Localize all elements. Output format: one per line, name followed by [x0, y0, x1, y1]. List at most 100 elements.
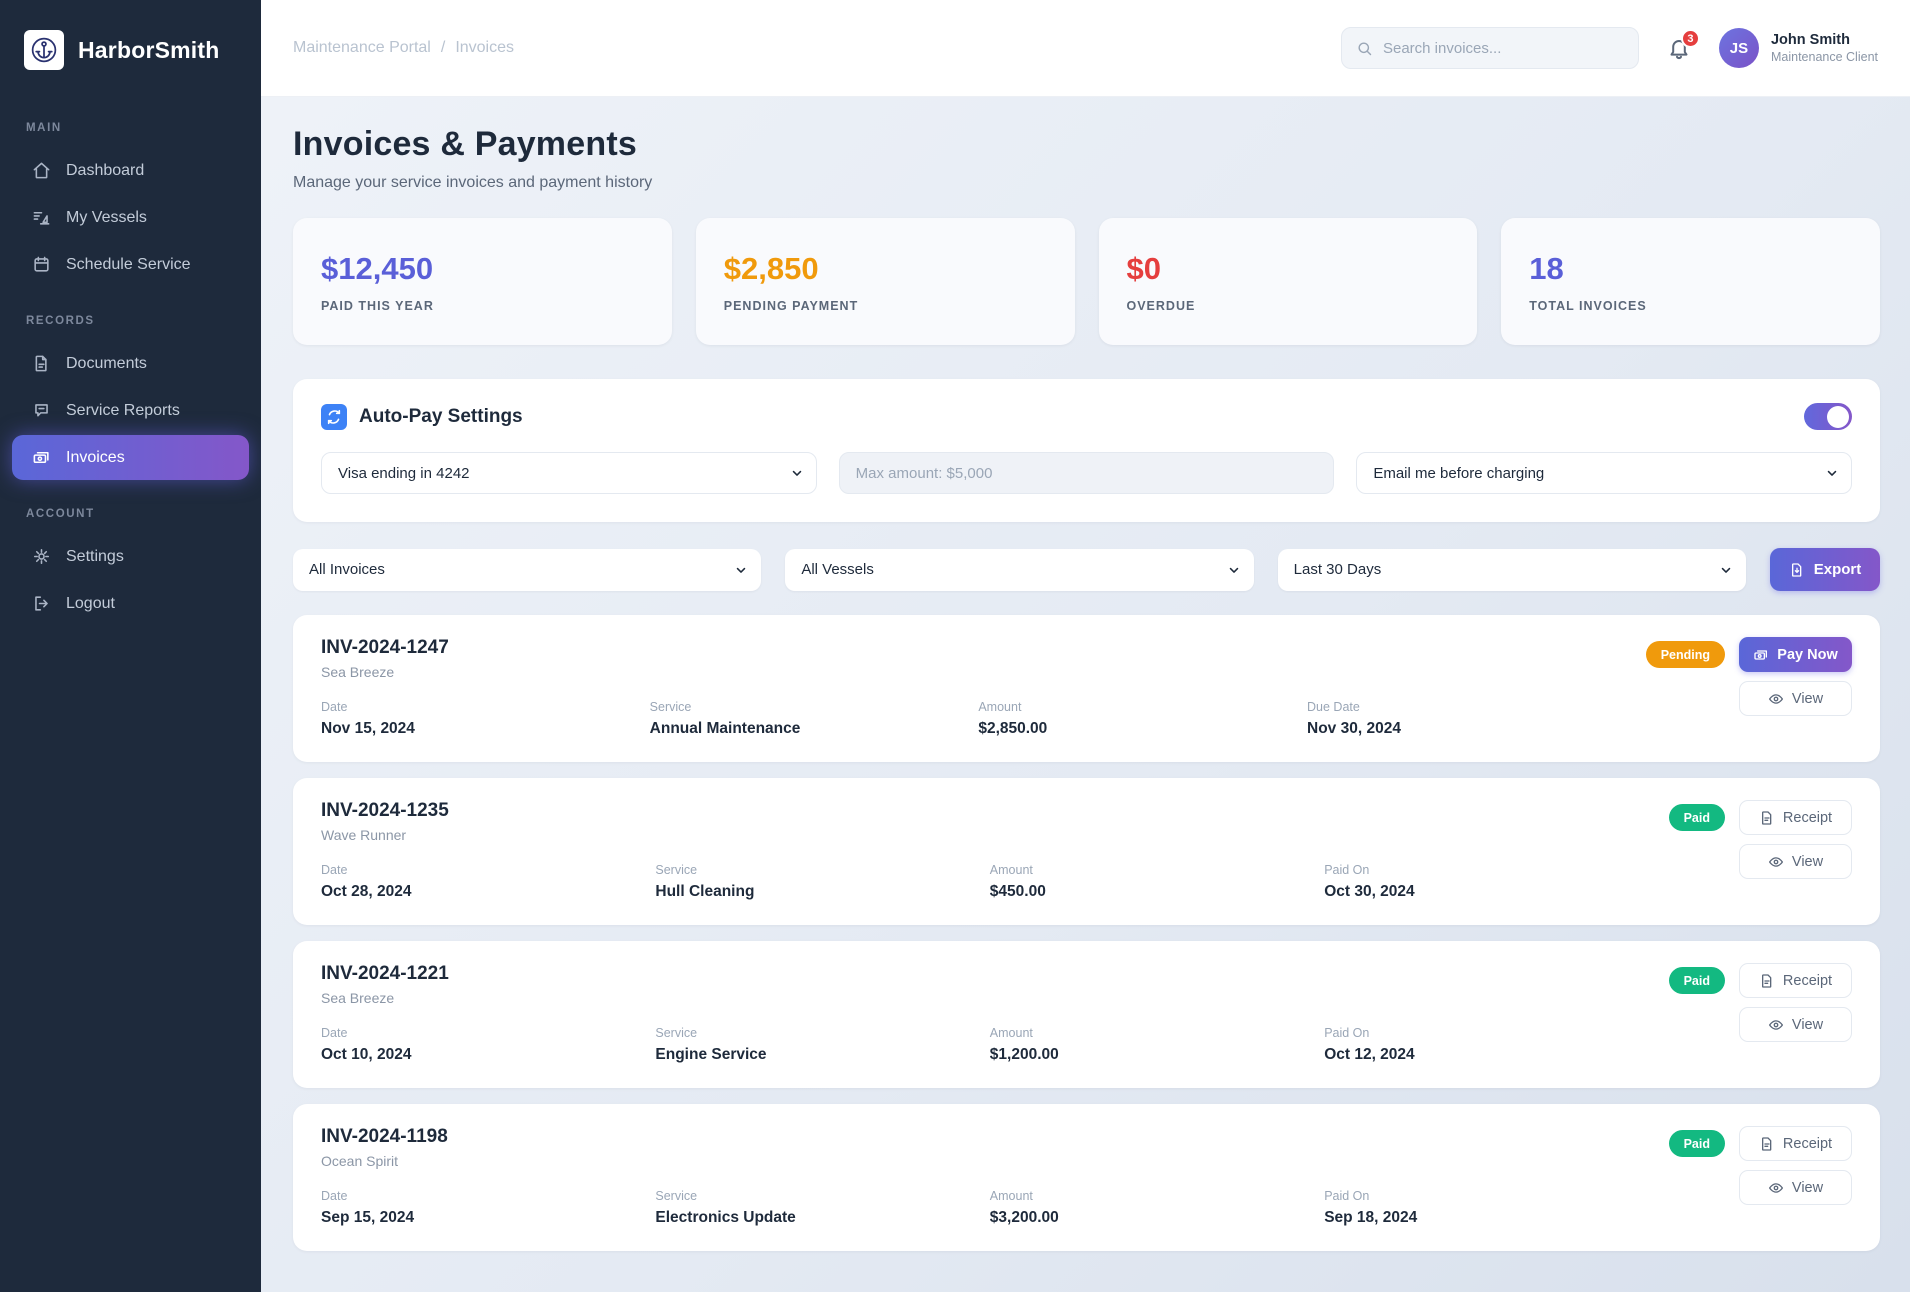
breadcrumb-current: Invoices [455, 39, 514, 57]
field-value: Engine Service [655, 1046, 969, 1064]
sidebar-item-label: Schedule Service [66, 256, 191, 274]
nav-section-account: ACCOUNT [0, 508, 261, 520]
invoice-id: INV-2024-1198 [321, 1126, 1639, 1148]
search-icon [1356, 40, 1373, 57]
home-icon [32, 161, 51, 180]
field-value: Sep 18, 2024 [1324, 1209, 1638, 1227]
sidebar-item-label: My Vessels [66, 209, 147, 227]
status-badge: Paid [1669, 804, 1725, 831]
notification-option-select[interactable]: Email me before charging [1356, 452, 1852, 494]
notifications-button[interactable]: 3 [1667, 36, 1691, 60]
field-label: Service [655, 1189, 969, 1203]
breadcrumb-parent[interactable]: Maintenance Portal [293, 39, 431, 57]
field-label: Paid On [1324, 1189, 1638, 1203]
status-badge: Paid [1669, 1130, 1725, 1157]
invoice-row: INV-2024-1235 Wave Runner DateOct 28, 20… [293, 778, 1880, 925]
sidebar-item-documents[interactable]: Documents [12, 341, 249, 386]
field-value: $1,200.00 [990, 1046, 1304, 1064]
field-value: $450.00 [990, 883, 1304, 901]
view-button[interactable]: View [1739, 844, 1852, 879]
user-role: Maintenance Client [1771, 50, 1878, 64]
eye-icon [1768, 1180, 1784, 1196]
max-amount-input[interactable] [839, 452, 1335, 494]
action-label: Receipt [1783, 1136, 1832, 1152]
user-menu[interactable]: JS John Smith Maintenance Client [1719, 28, 1878, 68]
stats-row: $12,450 PAID THIS YEAR $2,850 PENDING PA… [293, 218, 1880, 345]
field-value: Nov 30, 2024 [1307, 720, 1616, 738]
field-label: Service [650, 700, 959, 714]
invoice-vessel: Sea Breeze [321, 664, 1616, 680]
sidebar-item-label: Settings [66, 548, 124, 566]
invoice-row: INV-2024-1198 Ocean Spirit DateSep 15, 2… [293, 1104, 1880, 1251]
field-label: Date [321, 1189, 635, 1203]
stat-value: 18 [1529, 251, 1852, 287]
receipt-button[interactable]: Receipt [1739, 800, 1852, 835]
invoice-row: INV-2024-1221 Sea Breeze DateOct 10, 202… [293, 941, 1880, 1088]
field-value: $2,850.00 [978, 720, 1287, 738]
payment-method-select[interactable]: Visa ending in 4242 [321, 452, 817, 494]
brand: HarborSmith [0, 30, 261, 70]
action-label: View [1792, 1017, 1823, 1033]
main-content: Invoices & Payments Manage your service … [261, 97, 1910, 1292]
stat-label: TOTAL INVOICES [1529, 299, 1852, 313]
field-value: Oct 28, 2024 [321, 883, 635, 901]
search-box [1341, 27, 1639, 69]
action-label: Pay Now [1777, 647, 1837, 663]
vessel-icon [32, 208, 51, 227]
date-filter-select[interactable]: Last 30 Days [1278, 549, 1746, 591]
sidebar-item-dashboard[interactable]: Dashboard [12, 148, 249, 193]
sidebar-item-my-vessels[interactable]: My Vessels [12, 195, 249, 240]
invoice-filter-select[interactable]: All Invoices [293, 549, 761, 591]
field-value: Sep 15, 2024 [321, 1209, 635, 1227]
invoice-id: INV-2024-1235 [321, 800, 1639, 822]
stat-card-paid-this-year: $12,450 PAID THIS YEAR [293, 218, 672, 345]
view-button[interactable]: View [1739, 1007, 1852, 1042]
invoice-id: INV-2024-1247 [321, 637, 1616, 659]
field-label: Paid On [1324, 863, 1638, 877]
sidebar-item-label: Invoices [66, 449, 125, 467]
sidebar-item-settings[interactable]: Settings [12, 534, 249, 579]
breadcrumb-separator: / [441, 39, 445, 57]
sidebar-item-logout[interactable]: Logout [12, 581, 249, 626]
sidebar-item-schedule-service[interactable]: Schedule Service [12, 242, 249, 287]
receipt-icon [1759, 810, 1775, 826]
export-button[interactable]: Export [1770, 548, 1880, 591]
eye-icon [1768, 854, 1784, 870]
search-input[interactable] [1383, 40, 1624, 57]
pay-now-button[interactable]: Pay Now [1739, 637, 1852, 672]
receipt-button[interactable]: Receipt [1739, 1126, 1852, 1161]
breadcrumb: Maintenance Portal / Invoices [293, 39, 514, 57]
action-label: View [1792, 691, 1823, 707]
stat-value: $12,450 [321, 251, 644, 287]
gear-icon [32, 547, 51, 566]
autopay-toggle[interactable] [1804, 403, 1852, 430]
view-button[interactable]: View [1739, 1170, 1852, 1205]
banknote-icon [1753, 647, 1769, 663]
invoice-row: INV-2024-1247 Sea Breeze Date Nov 15, 202… [293, 615, 1880, 762]
stat-label: OVERDUE [1127, 299, 1450, 313]
harborsmith-logo-icon [24, 30, 64, 70]
avatar: JS [1719, 28, 1759, 68]
field-label: Due Date [1307, 700, 1616, 714]
vessel-filter-select[interactable]: All Vessels [785, 549, 1253, 591]
sidebar-item-label: Documents [66, 355, 147, 373]
stat-value: $2,850 [724, 251, 1047, 287]
sidebar-item-invoices[interactable]: Invoices [12, 435, 249, 480]
filters-row: All Invoices All Vessels Last 30 Days [293, 548, 1880, 591]
receipt-icon [1759, 1136, 1775, 1152]
field-value: Nov 15, 2024 [321, 720, 630, 738]
sidebar-item-service-reports[interactable]: Service Reports [12, 388, 249, 433]
stat-label: PENDING PAYMENT [724, 299, 1047, 313]
autopay-title: Auto-Pay Settings [359, 406, 523, 428]
field-label: Date [321, 700, 630, 714]
status-badge: Paid [1669, 967, 1725, 994]
invoice-vessel: Wave Runner [321, 827, 1639, 843]
field-label: Amount [978, 700, 1287, 714]
stat-label: PAID THIS YEAR [321, 299, 644, 313]
view-button[interactable]: View [1739, 681, 1852, 716]
field-label: Amount [990, 1189, 1304, 1203]
nav-section-records: RECORDS [0, 315, 261, 327]
field-label: Service [655, 1026, 969, 1040]
receipt-button[interactable]: Receipt [1739, 963, 1852, 998]
action-label: Receipt [1783, 973, 1832, 989]
